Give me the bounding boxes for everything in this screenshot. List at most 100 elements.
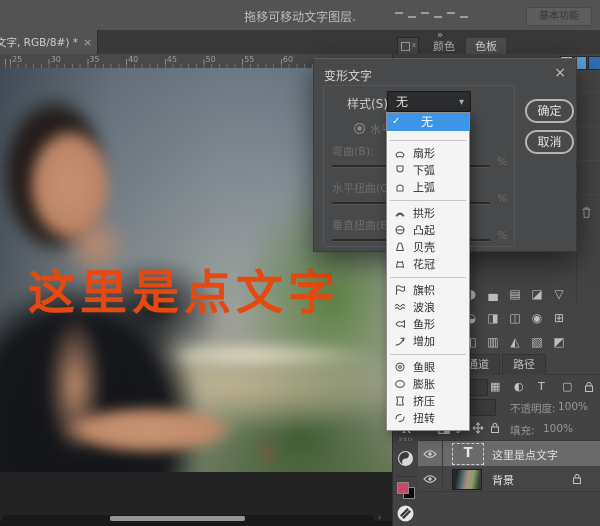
ruler-tick-label: 40 bbox=[128, 55, 138, 64]
style-option[interactable]: 下弧 bbox=[387, 162, 469, 179]
ruler-tick-label: 35 bbox=[89, 55, 99, 64]
style-option[interactable]: 贝壳 bbox=[387, 239, 469, 256]
adjustment-icon[interactable]: ▽ bbox=[548, 282, 570, 306]
layer-row[interactable]: T 这里是点文字 bbox=[418, 441, 600, 467]
adjustment-icon[interactable]: ◪ bbox=[526, 282, 548, 306]
adjustment-icon[interactable]: ⊞ bbox=[548, 306, 570, 330]
filter-kind-icon[interactable]: ◐ bbox=[514, 378, 524, 395]
style-option-label: 增加 bbox=[413, 333, 435, 350]
foreground-color-swatch[interactable] bbox=[397, 482, 409, 494]
adjustment-icon[interactable]: ◫ bbox=[504, 306, 526, 330]
document-close-icon[interactable]: × bbox=[83, 36, 92, 49]
document-tab[interactable]: 文字, RGB/8#) * × bbox=[0, 30, 98, 54]
opacity-label: 不透明度: bbox=[510, 401, 556, 416]
tab-paths[interactable]: 路径 bbox=[502, 354, 546, 375]
fish-icon bbox=[394, 318, 406, 330]
bulge-icon bbox=[394, 224, 406, 236]
adjustment-icon[interactable]: ◨ bbox=[482, 306, 504, 330]
style-option[interactable]: 膨胀 bbox=[387, 376, 469, 393]
layer-visibility-toggle[interactable] bbox=[418, 466, 443, 491]
twist-icon bbox=[394, 412, 406, 424]
eye-icon bbox=[423, 449, 437, 459]
ruler-tick-label: 45 bbox=[167, 55, 177, 64]
warp-style-menu: ✓ 无 扇形下弧上弧拱形凸起贝壳花冠旗帜波浪鱼形增加鱼眼膨胀挤压扭转 bbox=[386, 112, 470, 431]
adjustment-icon[interactable]: ◉ bbox=[526, 306, 548, 330]
panel-row-line bbox=[577, 92, 600, 93]
menu-separator bbox=[390, 354, 466, 355]
dash-icon bbox=[421, 12, 429, 14]
no-entry-icon[interactable] bbox=[396, 504, 415, 523]
style-select[interactable]: 无 ▾ bbox=[387, 91, 471, 112]
trash-icon[interactable] bbox=[581, 206, 592, 219]
text-layer-thumbnail[interactable]: T bbox=[452, 443, 484, 465]
adjustment-icon[interactable]: ▤ bbox=[504, 282, 526, 306]
style-option[interactable]: 鱼眼 bbox=[387, 359, 469, 376]
foreground-background-colors[interactable] bbox=[397, 482, 415, 499]
workspace-switcher-button[interactable]: 基本功能 bbox=[526, 7, 592, 26]
adjustment-icon[interactable]: ◭ bbox=[504, 330, 526, 354]
filter-kind-icon[interactable]: ▢ bbox=[562, 378, 572, 395]
panel-row-line bbox=[577, 194, 600, 195]
style-option-label: 上弧 bbox=[413, 179, 435, 196]
panel-close-icon: x bbox=[412, 41, 416, 49]
style-option[interactable]: 波浪 bbox=[387, 299, 469, 316]
layer-row[interactable]: 背景 bbox=[418, 466, 600, 492]
style-option[interactable]: 旗帜 bbox=[387, 282, 469, 299]
style-option-label: 贝壳 bbox=[413, 239, 435, 256]
window-bottom-edge bbox=[0, 521, 392, 526]
filter-kind-icon[interactable]: T bbox=[538, 378, 545, 395]
style-option[interactable]: 花冠 bbox=[387, 256, 469, 273]
style-option[interactable]: 挤压 bbox=[387, 393, 469, 410]
adjustment-icon[interactable]: ▥ bbox=[482, 330, 504, 354]
style-label: 样式(S): bbox=[347, 95, 392, 112]
dash-icon bbox=[434, 16, 442, 18]
layer-name[interactable]: 背景 bbox=[492, 472, 514, 488]
photoshop-window: 拖移可移动文字图层. 基本功能 文字, RGB/8#) * × x » 颜色 色… bbox=[0, 0, 600, 526]
dialog-close-icon[interactable]: × bbox=[554, 65, 566, 81]
shell-upper-icon bbox=[394, 258, 406, 270]
style-option[interactable]: 扇形 bbox=[387, 145, 469, 162]
style-option-label: 膨胀 bbox=[413, 376, 435, 393]
swatch-chip[interactable] bbox=[588, 56, 600, 70]
style-option-label: 旗帜 bbox=[413, 282, 435, 299]
arc-lower-icon bbox=[394, 164, 406, 176]
shell-lower-icon bbox=[394, 241, 406, 253]
fan-icon bbox=[394, 147, 406, 159]
ok-button[interactable]: 确定 bbox=[525, 99, 574, 123]
radio-icon bbox=[354, 123, 365, 134]
options-bar: 拖移可移动文字图层. 基本功能 bbox=[0, 0, 600, 31]
adjustment-icon[interactable]: ▧ bbox=[526, 330, 548, 354]
style-option-label: 凸起 bbox=[413, 222, 435, 239]
cancel-button[interactable]: 取消 bbox=[525, 130, 574, 154]
style-option[interactable]: 拱形 bbox=[387, 205, 469, 222]
layer-name[interactable]: 这里是点文字 bbox=[492, 447, 558, 463]
style-option[interactable]: 鱼形 bbox=[387, 316, 469, 333]
style-option[interactable]: 上弧 bbox=[387, 179, 469, 196]
lock-all-icon[interactable] bbox=[489, 422, 501, 434]
style-option-label: 挤压 bbox=[413, 393, 435, 410]
filter-smartobject-icon[interactable] bbox=[583, 381, 595, 393]
style-option-label: 下弧 bbox=[413, 162, 435, 179]
filter-kind-icon[interactable]: ▦ bbox=[490, 378, 500, 395]
style-option[interactable]: 增加 bbox=[387, 333, 469, 350]
lock-position-icon[interactable] bbox=[472, 422, 484, 434]
slider-unit: % bbox=[497, 192, 507, 205]
image-layer-thumbnail[interactable] bbox=[452, 469, 482, 490]
style-option-none[interactable]: ✓ 无 bbox=[387, 113, 469, 131]
dash-icon bbox=[395, 12, 403, 14]
style-select-value: 无 bbox=[396, 95, 408, 109]
adjustment-icon[interactable]: ◩ bbox=[548, 330, 570, 354]
status-hint: 拖移可移动文字图层. bbox=[0, 8, 600, 25]
adjustment-icon[interactable]: ▄ bbox=[482, 282, 504, 306]
style-option[interactable]: 凸起 bbox=[387, 222, 469, 239]
yinyang-icon[interactable] bbox=[397, 450, 414, 467]
style-option-label: 波浪 bbox=[413, 299, 435, 316]
opacity-value[interactable]: 100% bbox=[558, 401, 588, 413]
squeeze-icon bbox=[394, 395, 406, 407]
fill-value[interactable]: 100% bbox=[543, 423, 573, 435]
menu-separator bbox=[390, 140, 466, 141]
canvas-text-layer[interactable]: 这里是点文字 bbox=[28, 254, 340, 323]
menu-separator bbox=[390, 200, 466, 201]
style-option[interactable]: 扭转 bbox=[387, 410, 469, 427]
layer-visibility-toggle[interactable] bbox=[418, 441, 443, 466]
